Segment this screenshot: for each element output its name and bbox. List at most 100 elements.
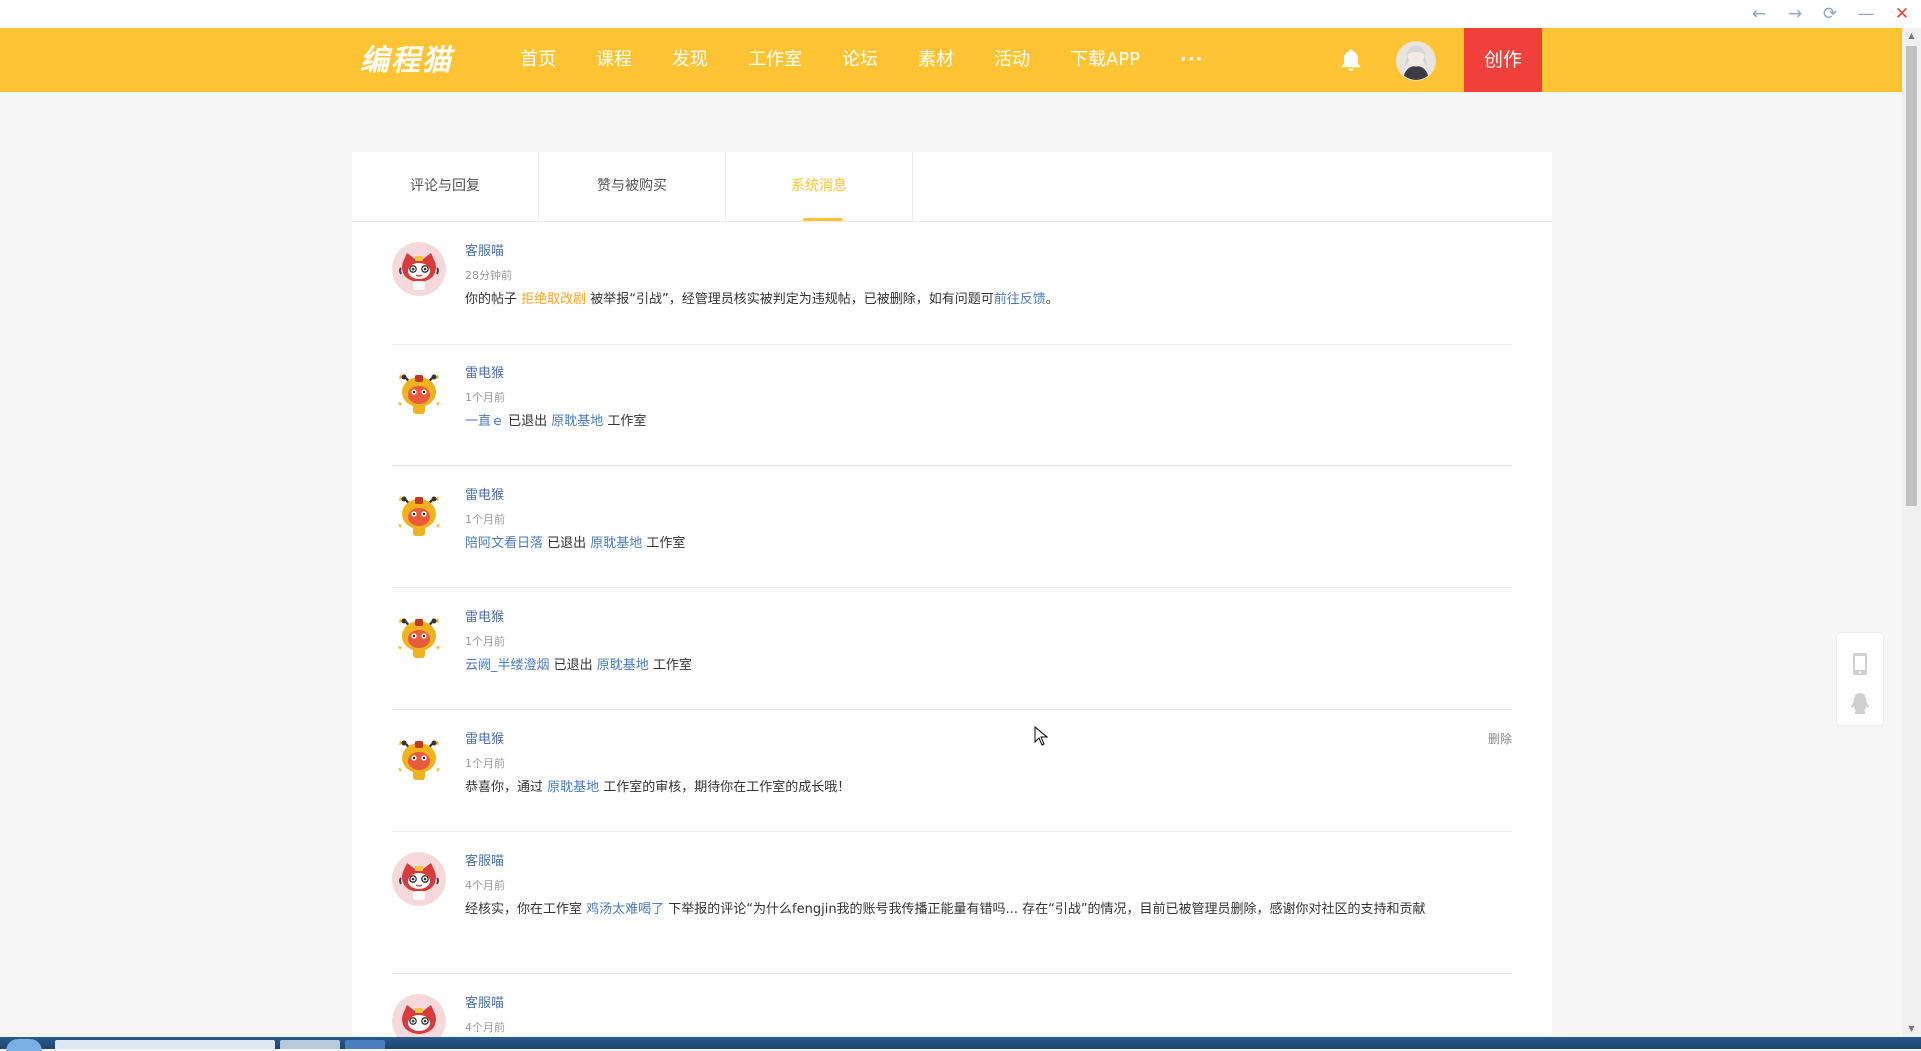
delete-button[interactable]: 删除 (1488, 730, 1512, 747)
leidian-avatar[interactable] (392, 364, 446, 418)
refresh-icon[interactable]: ⟳ (1815, 2, 1845, 26)
main-nav: 首页 课程 发现 工作室 论坛 素材 活动 下载APP ··· (500, 28, 1224, 92)
leidian-monkey-icon (398, 374, 440, 414)
user-avatar[interactable] (1396, 41, 1436, 81)
user-link[interactable]: 陪阿文看日落 (465, 536, 543, 551)
leidian-avatar[interactable] (392, 608, 446, 662)
sender-name[interactable]: 客服喵 (465, 240, 504, 259)
taskbar-item[interactable] (345, 1040, 385, 1049)
nav-studio[interactable]: 工作室 (728, 28, 822, 92)
user-link[interactable]: 一直ｅ (465, 414, 508, 429)
message-time: 4个月前 (465, 1021, 505, 1034)
minimize-icon[interactable]: — (1851, 2, 1881, 26)
close-icon[interactable]: ✕ (1887, 2, 1917, 26)
body-text: 你的帖子 (465, 292, 522, 307)
body-text: 恭喜你，通过 (465, 780, 548, 795)
body-text: 已退出 (549, 658, 597, 673)
user-avatar-image (1397, 42, 1435, 80)
body-text: 被举报“引战”，经管理员核实被判定为违规帖，已被删除，如有问题可 (586, 292, 994, 307)
sender-name[interactable]: 雷电猴 (465, 484, 504, 503)
message-item: 雷电猴 1个月前 云阙_半缕澄烟 已退出 原耽基地 工作室 (392, 588, 1512, 710)
nav-events[interactable]: 活动 (974, 28, 1050, 92)
active-tab-indicator (803, 218, 843, 221)
message-content: 云阙_半缕澄烟 已退出 原耽基地 工作室 (465, 656, 1512, 675)
studio-link[interactable]: 原耽基地 (590, 536, 642, 551)
nav-materials[interactable]: 素材 (898, 28, 974, 92)
message-item: 客服喵 4个月前 经核实，你在工作室 鸡汤太难喝了 下举报的评论“为什么feng… (392, 832, 1512, 974)
leidian-monkey-icon (398, 496, 440, 536)
message-item: 客服喵 28分钟前 你的帖子 拒绝取改剧 被举报“引战”，经管理员核实被判定为违… (392, 222, 1512, 345)
nav-discover[interactable]: 发现 (652, 28, 728, 92)
mouse-cursor-icon (1034, 726, 1048, 746)
message-time: 1个月前 (465, 513, 505, 526)
kefu-avatar[interactable] (392, 242, 446, 296)
message-content: 恭喜你，通过 原耽基地 工作室的审核，期待你在工作室的成长哦！ (465, 778, 1512, 797)
message-content: 陪阿文看日落 已退出 原耽基地 工作室 (465, 534, 1512, 553)
window-titlebar: ← → ⟳ — ✕ (0, 0, 1921, 28)
message-time: 4个月前 (465, 879, 505, 892)
tab-label: 评论与回复 (410, 178, 480, 194)
message-time: 1个月前 (465, 391, 505, 404)
message-time: 1个月前 (465, 635, 505, 648)
user-link[interactable]: 云阙_半缕澄烟 (465, 658, 550, 673)
tab-likes-purchases[interactable]: 赞与被购买 (539, 152, 726, 221)
body-text: 。 (1045, 292, 1059, 307)
tab-system-messages[interactable]: 系统消息 (726, 152, 913, 221)
scroll-down-icon[interactable]: ▼ (1906, 1023, 1917, 1035)
leidian-avatar[interactable] (392, 730, 446, 784)
sender-name[interactable]: 客服喵 (465, 992, 504, 1011)
leidian-monkey-icon (398, 618, 440, 658)
studio-link[interactable]: 原耽基地 (547, 780, 599, 795)
studio-link[interactable]: 原耽基地 (597, 658, 649, 673)
tab-label: 系统消息 (791, 178, 847, 194)
tab-label: 赞与被购买 (597, 178, 667, 194)
tab-comments-replies[interactable]: 评论与回复 (352, 152, 539, 221)
message-item: 雷电猴 1个月前 陪阿文看日落 已退出 原耽基地 工作室 (392, 466, 1512, 588)
leidian-avatar[interactable] (392, 486, 446, 540)
nav-courses[interactable]: 课程 (576, 28, 652, 92)
site-logo[interactable]: 编程猫 (360, 41, 453, 79)
message-time: 1个月前 (465, 757, 505, 770)
studio-link[interactable]: 原耽基地 (551, 414, 603, 429)
sender-name[interactable]: 雷电猴 (465, 728, 504, 747)
sender-name[interactable]: 雷电猴 (465, 362, 504, 381)
body-text: 工作室的审核，期待你在工作室的成长哦！ (599, 780, 851, 795)
body-text: 工作室 (603, 414, 647, 429)
nav-home[interactable]: 首页 (500, 28, 576, 92)
forward-icon[interactable]: → (1780, 2, 1810, 26)
body-text: 下举报的评论“为什么fengjin我的账号我传播正能量有错吗... 存在“引战”… (664, 902, 1426, 917)
body-text: 已退出 (543, 536, 591, 551)
message-time: 28分钟前 (465, 269, 512, 282)
bell-icon[interactable] (1337, 46, 1365, 74)
page-scrollbar[interactable]: ▲ ▼ (1902, 28, 1921, 1037)
sender-name[interactable]: 雷电猴 (465, 606, 504, 625)
taskbar-item[interactable] (55, 1040, 275, 1049)
leidian-monkey-icon (398, 740, 440, 780)
side-float-toolbar (1836, 632, 1884, 726)
scroll-up-icon[interactable]: ▲ (1906, 30, 1917, 42)
body-text: 已退出 (508, 414, 552, 429)
scrollbar-thumb[interactable] (1906, 46, 1917, 506)
start-button[interactable] (6, 1039, 42, 1051)
create-button[interactable]: 创作 (1464, 28, 1542, 92)
message-content: 一直ｅ 已退出 原耽基地 工作室 (465, 412, 1512, 431)
message-content: 经核实，你在工作室 鸡汤太难喝了 下举报的评论“为什么fengjin我的账号我传… (465, 900, 1512, 919)
kefu-avatar[interactable] (392, 852, 446, 906)
sender-name[interactable]: 客服喵 (465, 850, 504, 869)
nav-more[interactable]: ··· (1160, 28, 1224, 92)
back-icon[interactable]: ← (1744, 2, 1774, 26)
nav-forum[interactable]: 论坛 (822, 28, 898, 92)
taskbar-item[interactable] (280, 1040, 340, 1049)
nav-download-app[interactable]: 下载APP (1050, 28, 1160, 92)
message-tabs: 评论与回复 赞与被购买 系统消息 (352, 152, 1552, 222)
body-text: 经核实，你在工作室 (465, 902, 587, 917)
studio-link[interactable]: 鸡汤太难喝了 (586, 902, 664, 917)
qq-penguin-icon[interactable] (1848, 691, 1872, 717)
kefu-cat-icon (392, 242, 446, 296)
feedback-link[interactable]: 前往反馈 (994, 292, 1046, 307)
post-link[interactable]: 拒绝取改剧 (521, 292, 586, 307)
message-panel: 评论与回复 赞与被购买 系统消息 客服喵 28分钟前 你的帖子 拒绝取改剧 被举… (352, 152, 1552, 1049)
os-taskbar (0, 1037, 1921, 1051)
top-navbar: 编程猫 首页 课程 发现 工作室 论坛 素材 活动 下载APP ··· 创作 (0, 28, 1902, 92)
tablet-icon[interactable] (1848, 651, 1872, 677)
